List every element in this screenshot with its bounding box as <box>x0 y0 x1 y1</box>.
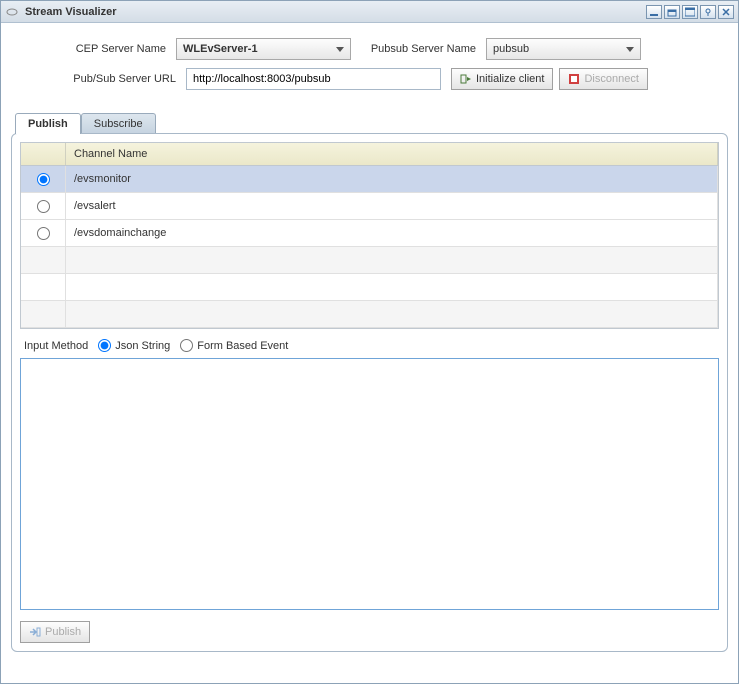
close-button[interactable] <box>718 5 734 19</box>
channel-grid: Channel Name /evsmonitor /evsalert /evsd… <box>20 142 719 329</box>
stream-visualizer-window: Stream Visualizer CEP Server Name WLEvSe… <box>0 0 739 684</box>
header-channel-name: Channel Name <box>66 143 718 165</box>
payload-textarea[interactable] <box>20 358 719 610</box>
initialize-client-button[interactable]: Initialize client <box>451 68 553 90</box>
window-title: Stream Visualizer <box>25 6 646 18</box>
url-label: Pub/Sub Server URL <box>21 73 186 85</box>
cep-server-label: CEP Server Name <box>21 43 176 55</box>
grid-body: /evsmonitor /evsalert /evsdomainchange <box>21 166 718 328</box>
table-row[interactable]: /evsalert <box>21 193 718 220</box>
titlebar: Stream Visualizer <box>1 1 738 23</box>
disconnect-button: Disconnect <box>559 68 647 90</box>
pubsub-server-select[interactable]: pubsub <box>486 38 641 60</box>
url-input[interactable] <box>186 68 441 90</box>
table-row-empty <box>21 274 718 301</box>
table-row-empty <box>21 247 718 274</box>
pubsub-server-label: Pubsub Server Name <box>351 43 486 55</box>
header-select-col <box>21 143 66 165</box>
app-icon <box>5 5 19 19</box>
tab-publish[interactable]: Publish <box>15 113 81 134</box>
tab-subscribe[interactable]: Subscribe <box>81 113 156 134</box>
minimize-button[interactable] <box>646 5 662 19</box>
row-radio[interactable] <box>37 200 50 213</box>
window-controls <box>646 5 734 19</box>
form-based-radio[interactable]: Form Based Event <box>180 339 288 352</box>
row-radio[interactable] <box>37 227 50 240</box>
table-row-empty <box>21 301 718 328</box>
connect-icon <box>460 73 472 85</box>
input-method-row: Input Method Json String Form Based Even… <box>24 339 719 352</box>
row-radio[interactable] <box>37 173 50 186</box>
channel-name-cell: /evsmonitor <box>66 166 718 192</box>
publish-button: Publish <box>20 621 90 643</box>
pin-button[interactable] <box>700 5 716 19</box>
grid-header: Channel Name <box>21 143 718 166</box>
restore-button[interactable] <box>664 5 680 19</box>
json-string-radio[interactable]: Json String <box>98 339 170 352</box>
tab-bar: Publish Subscribe <box>15 113 738 134</box>
table-row[interactable]: /evsmonitor <box>21 166 718 193</box>
disconnect-icon <box>568 73 580 85</box>
table-row[interactable]: /evsdomainchange <box>21 220 718 247</box>
publish-icon <box>29 626 41 638</box>
publish-panel: Channel Name /evsmonitor /evsalert /evsd… <box>11 133 728 652</box>
channel-name-cell: /evsdomainchange <box>66 220 718 246</box>
channel-name-cell: /evsalert <box>66 193 718 219</box>
maximize-button[interactable] <box>682 5 698 19</box>
input-method-label: Input Method <box>24 340 88 352</box>
cep-server-select[interactable]: WLEvServer-1 <box>176 38 351 60</box>
config-form: CEP Server Name WLEvServer-1 Pubsub Serv… <box>1 23 738 103</box>
